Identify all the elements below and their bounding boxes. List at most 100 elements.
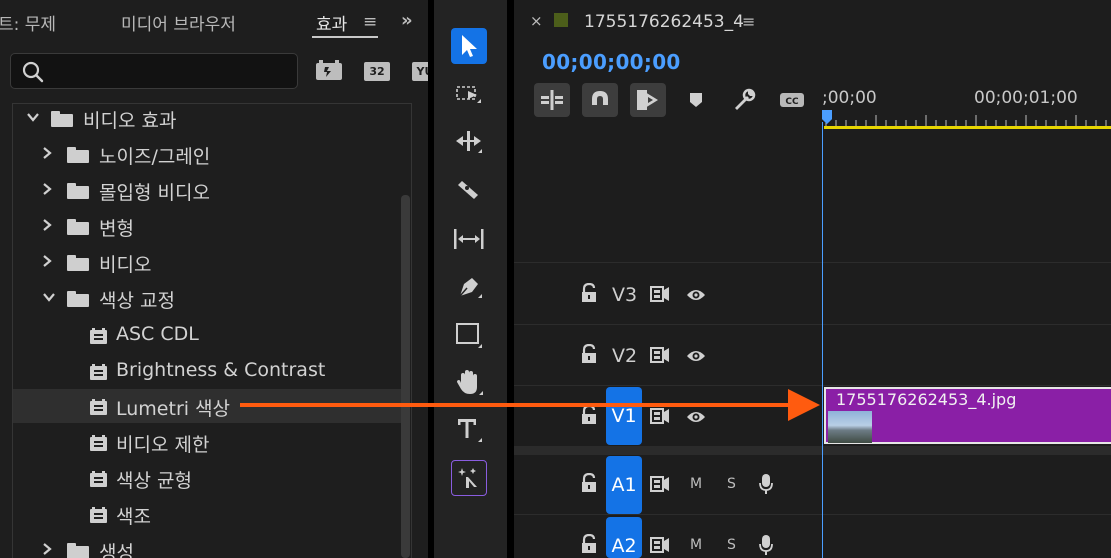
lock-icon[interactable] — [580, 283, 598, 303]
lock-icon[interactable] — [580, 473, 598, 493]
track-divider — [514, 262, 1111, 263]
track-select-tool[interactable] — [451, 77, 487, 113]
folder-icon — [51, 111, 73, 127]
folder-icon — [67, 291, 89, 307]
effects-scrollbar[interactable] — [401, 195, 410, 558]
tree-item-label: 변형 — [99, 218, 134, 240]
folder-icon — [67, 219, 89, 235]
sync-lock-icon[interactable] — [650, 537, 670, 553]
sequence-color-swatch — [554, 13, 568, 27]
yuv-effects-icon[interactable]: YU — [412, 60, 428, 82]
sequence-tab-title[interactable]: 1755176262453_4 — [584, 12, 744, 32]
playhead-timecode[interactable]: 00;00;00;00 — [542, 50, 681, 74]
timeline-settings-button[interactable] — [726, 83, 762, 117]
tree-item-label: 노이즈/그레인 — [99, 146, 211, 168]
folder-icon — [67, 255, 89, 271]
tree-effect-brightness-contrast[interactable]: Brightness & Contrast — [13, 354, 401, 388]
playhead-line[interactable] — [822, 122, 823, 558]
ruler-time-mark: 00;00;01;00 — [974, 88, 1078, 108]
insert-sequence-nest-icon — [541, 90, 563, 110]
sync-lock-icon[interactable] — [650, 286, 670, 302]
lock-icon[interactable] — [580, 344, 598, 364]
track-target-a1[interactable]: A1 — [606, 456, 642, 514]
close-icon[interactable]: × — [530, 12, 543, 30]
eye-icon[interactable] — [686, 288, 706, 302]
linked-selection-button[interactable] — [630, 83, 666, 117]
lock-icon[interactable] — [580, 405, 598, 425]
tree-folder-video[interactable]: 비디오 — [13, 245, 401, 279]
sync-lock-icon[interactable] — [650, 408, 670, 424]
double-chevron-right-icon[interactable]: » — [401, 10, 413, 31]
accelerated-effects-icon[interactable] — [316, 60, 342, 82]
chevron-down-icon[interactable] — [25, 109, 41, 125]
eye-icon[interactable] — [686, 349, 706, 363]
tab-media-browser[interactable]: 미디어 브라우저 — [121, 10, 236, 35]
yuv-badge: YU — [412, 62, 428, 81]
captions-button[interactable]: CC — [774, 83, 810, 117]
selection-tool[interactable] — [451, 28, 487, 64]
track-label[interactable]: V2 — [612, 345, 637, 367]
razor-tool[interactable] — [451, 172, 487, 208]
tab-effects[interactable]: 효과 — [316, 10, 347, 35]
tree-folder-transform[interactable]: 변형 — [13, 209, 401, 243]
sync-lock-icon[interactable] — [650, 476, 670, 492]
tree-folder-immersive-video[interactable]: 몰입형 비디오 — [13, 173, 401, 207]
snap-button[interactable] — [582, 83, 618, 117]
track-label: V1 — [611, 405, 637, 427]
tree-effect-asc-cdl[interactable]: ASC CDL — [13, 318, 401, 352]
chevron-right-icon[interactable] — [39, 217, 55, 233]
mute-button[interactable]: M — [690, 537, 702, 553]
tree-item-label: 비디오 효과 — [83, 110, 177, 132]
hamburger-menu-icon[interactable]: ≡ — [742, 12, 755, 31]
tree-effect-tint[interactable]: 색조 — [13, 497, 401, 531]
ruler-start-time: ;00;00 — [822, 88, 877, 108]
tree-folder-color-correction[interactable]: 색상 교정 — [13, 281, 401, 315]
microphone-icon[interactable] — [759, 534, 773, 556]
track-target-v1[interactable]: V1 — [606, 387, 642, 445]
ripple-edit-tool[interactable] — [451, 124, 487, 160]
tree-effect-color-balance[interactable]: 색상 균형 — [13, 461, 401, 495]
microphone-icon[interactable] — [759, 473, 773, 495]
work-area-bar[interactable] — [824, 126, 1111, 129]
effects-search-input[interactable] — [10, 53, 298, 89]
rectangle-icon — [456, 323, 482, 348]
track-target-a2[interactable]: A2 — [606, 517, 642, 558]
remix-tool[interactable] — [451, 460, 487, 496]
eye-icon[interactable] — [686, 410, 706, 424]
mute-button[interactable]: M — [690, 476, 702, 492]
hand-tool[interactable] — [451, 364, 487, 400]
hand-icon — [457, 370, 483, 395]
chevron-right-icon[interactable] — [39, 181, 55, 197]
timeline-clip[interactable]: 1755176262453_4.jpg — [824, 387, 1111, 444]
track-label[interactable]: V3 — [612, 284, 637, 306]
chevron-right-icon[interactable] — [39, 253, 55, 269]
tree-item-label: 색상 교정 — [99, 290, 175, 312]
clip-name: 1755176262453_4.jpg — [836, 390, 1017, 409]
pen-tool[interactable] — [451, 268, 487, 304]
add-marker-button[interactable] — [678, 83, 714, 117]
insert-sequence-nest-button[interactable] — [534, 83, 570, 117]
arrow-pointer-icon — [462, 35, 477, 57]
tree-item-label: 비디오 제한 — [116, 434, 210, 456]
tree-folder-generate[interactable]: 생성 — [13, 533, 401, 558]
solo-button[interactable]: S — [727, 537, 736, 553]
slip-icon — [454, 229, 484, 249]
slip-tool[interactable] — [451, 221, 487, 257]
sync-lock-icon[interactable] — [650, 347, 670, 363]
tree-folder-video-effects[interactable]: 비디오 효과 — [13, 104, 401, 135]
tab-project[interactable]: 트: 무제 — [0, 10, 56, 35]
type-tool[interactable] — [451, 412, 487, 448]
tree-folder-noise-grain[interactable]: 노이즈/그레인 — [13, 137, 401, 171]
chevron-down-icon[interactable] — [41, 289, 57, 305]
32bit-color-icon[interactable]: 32 — [364, 60, 390, 82]
chevron-right-icon[interactable] — [39, 541, 55, 557]
chevron-right-icon[interactable] — [39, 145, 55, 161]
hamburger-menu-icon[interactable]: ≡ — [363, 12, 377, 32]
tree-effect-video-limiter[interactable]: 비디오 제한 — [13, 425, 401, 459]
tree-effect-lumetri-color[interactable]: Lumetri 색상 — [13, 389, 401, 423]
solo-button[interactable]: S — [727, 476, 736, 492]
effects-tree: 비디오 효과 노이즈/그레인 몰입형 비디오 변형 비디오 색상 교정 ASC … — [12, 103, 412, 558]
lock-icon[interactable] — [580, 534, 598, 554]
folder-icon — [67, 183, 89, 199]
rectangle-tool[interactable] — [451, 317, 487, 353]
